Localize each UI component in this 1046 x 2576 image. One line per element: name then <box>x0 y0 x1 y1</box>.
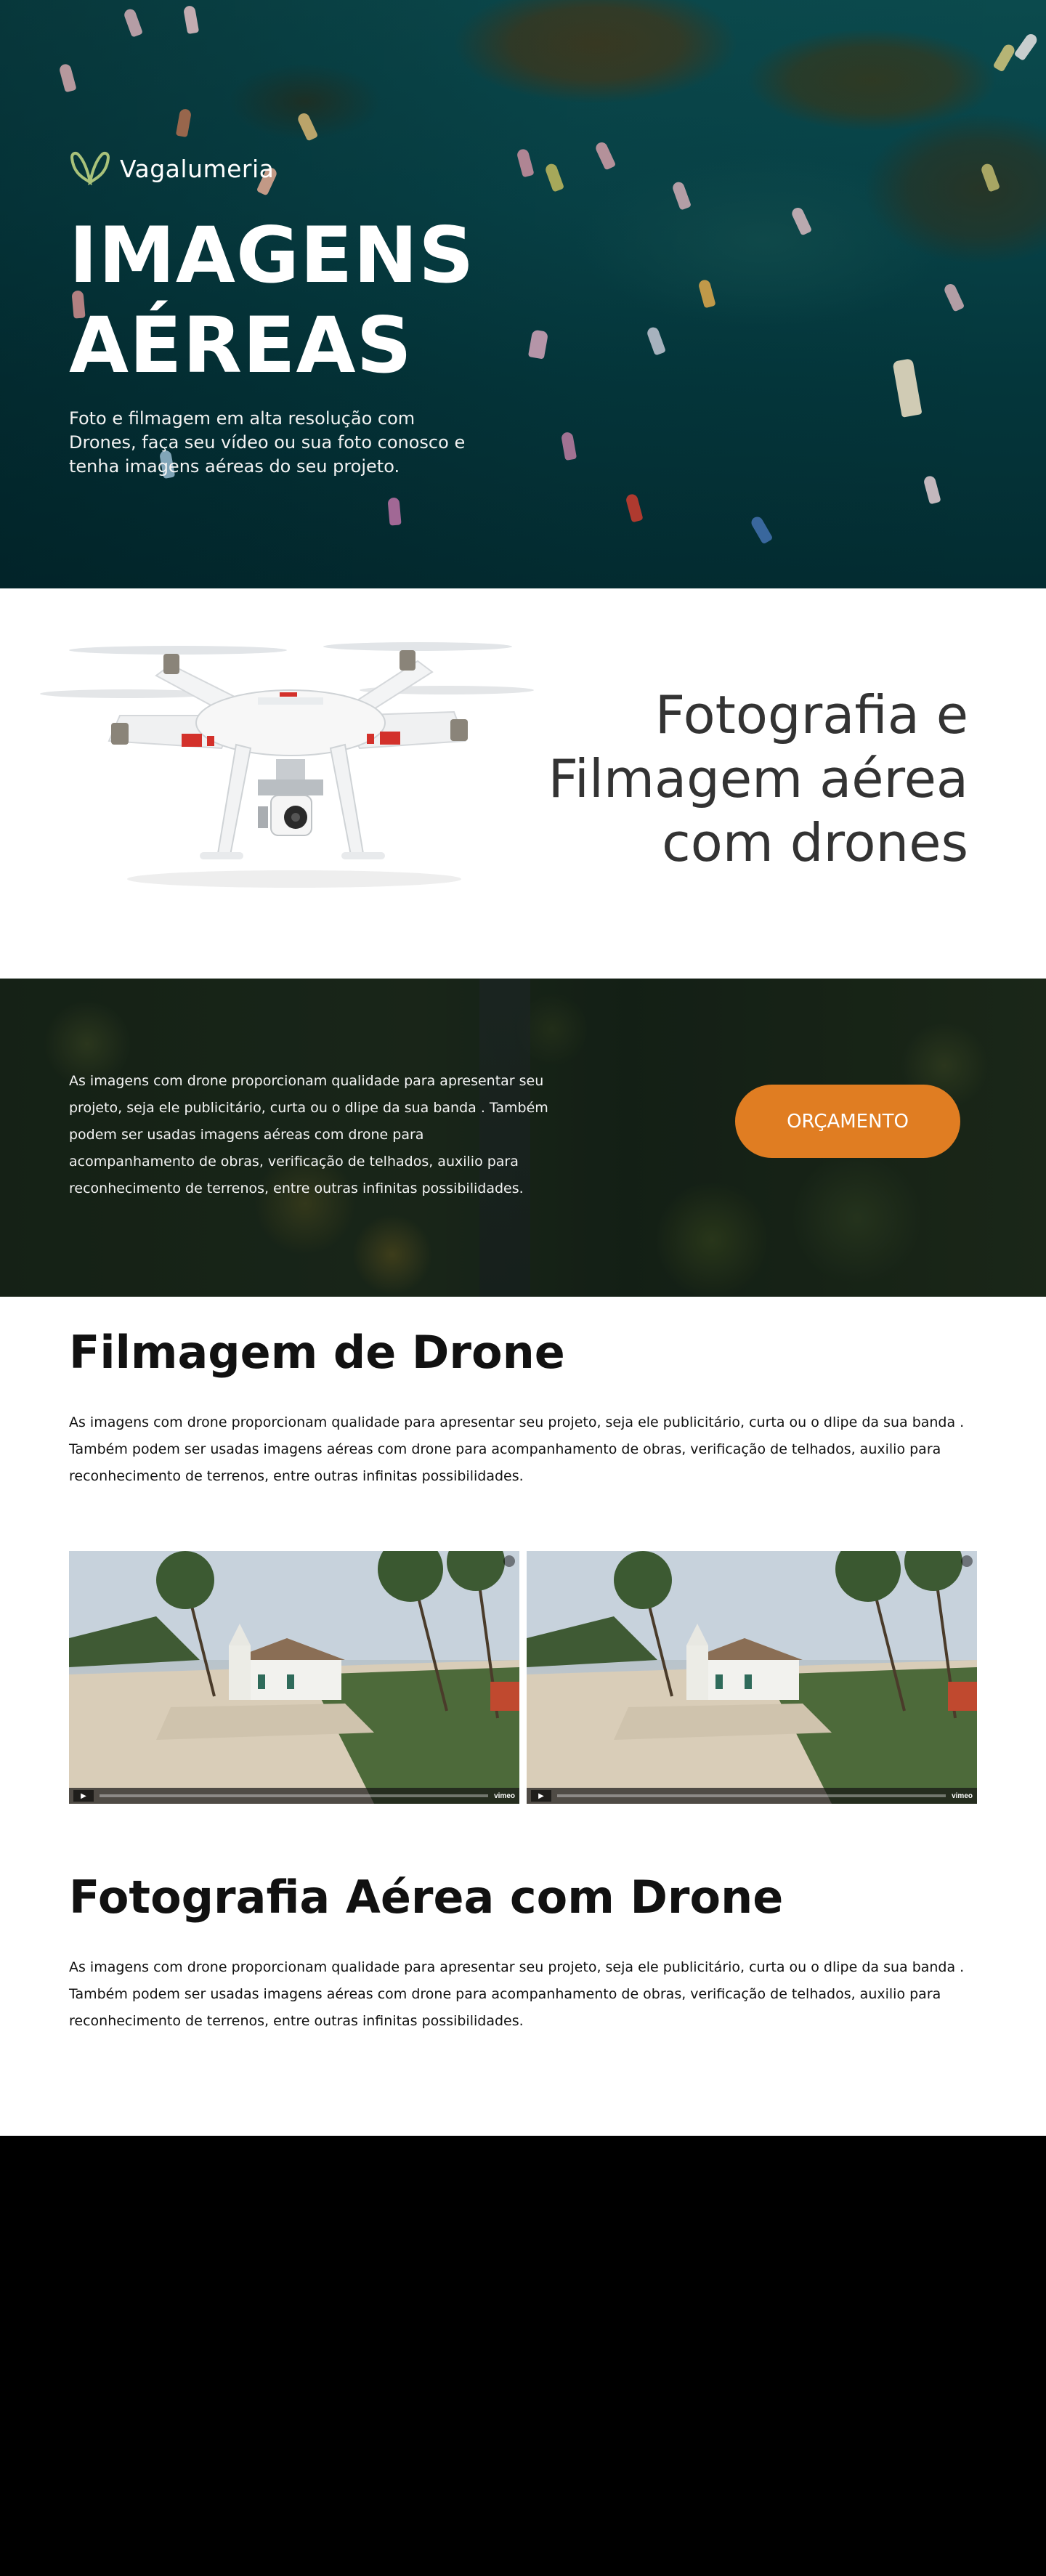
video-player-2[interactable]: ▶ vimeo <box>527 1551 977 1804</box>
drone-image <box>40 621 534 897</box>
video-progress[interactable] <box>557 1794 946 1797</box>
vimeo-logo[interactable]: vimeo <box>952 1792 973 1800</box>
content-section: Filmagem de Drone As imagens com drone p… <box>0 1297 1046 2136</box>
video-player-1[interactable]: ▶ vimeo <box>69 1551 519 1804</box>
share-icon[interactable] <box>503 1555 515 1567</box>
hero-subtitle: Foto e filmagem em alta resolução com Dr… <box>69 408 466 477</box>
play-icon[interactable]: ▶ <box>531 1790 551 1802</box>
play-icon[interactable]: ▶ <box>73 1790 94 1802</box>
intro-section: Fotografia e Filmagem aérea com drones <box>0 588 1046 979</box>
hero-title: IMAGENS AÉREAS <box>69 211 505 391</box>
brand-name: Vagalumeria <box>120 155 275 183</box>
intro-title-line3: com drones <box>662 812 968 873</box>
footer <box>0 2136 1046 2576</box>
quote-banner: As imagens com drone proporcionam qualid… <box>0 979 1046 1297</box>
hero-title-line1: IMAGENS <box>69 211 475 300</box>
fotografia-text: As imagens com drone proporcionam qualid… <box>69 1959 965 2029</box>
filmagem-text: As imagens com drone proporcionam qualid… <box>69 1414 965 1484</box>
intro-title: Fotografia e Filmagem aérea com drones <box>548 683 968 875</box>
filmagem-title: Filmagem de Drone <box>69 1326 565 1379</box>
intro-title-line1: Fotografia e <box>654 684 968 745</box>
share-icon[interactable] <box>961 1555 973 1567</box>
video-controls: ▶ vimeo <box>69 1788 519 1804</box>
video-progress[interactable] <box>100 1794 489 1797</box>
banner-text: As imagens com drone proporcionam qualid… <box>69 1073 548 1196</box>
hero-title-line2: AÉREAS <box>69 301 413 390</box>
hero-content: Vagalumeria IMAGENS AÉREAS Foto e filmag… <box>69 149 505 479</box>
vimeo-logo[interactable]: vimeo <box>494 1792 515 1800</box>
firefly-wings-icon <box>69 149 111 189</box>
intro-title-line2: Filmagem aérea <box>548 748 968 809</box>
fotografia-title: Fotografia Aérea com Drone <box>69 1871 784 1924</box>
brand[interactable]: Vagalumeria <box>69 149 505 189</box>
quote-button[interactable]: ORÇAMENTO <box>735 1085 960 1158</box>
hero-section: Vagalumeria IMAGENS AÉREAS Foto e filmag… <box>0 0 1046 588</box>
video-controls: ▶ vimeo <box>527 1788 977 1804</box>
